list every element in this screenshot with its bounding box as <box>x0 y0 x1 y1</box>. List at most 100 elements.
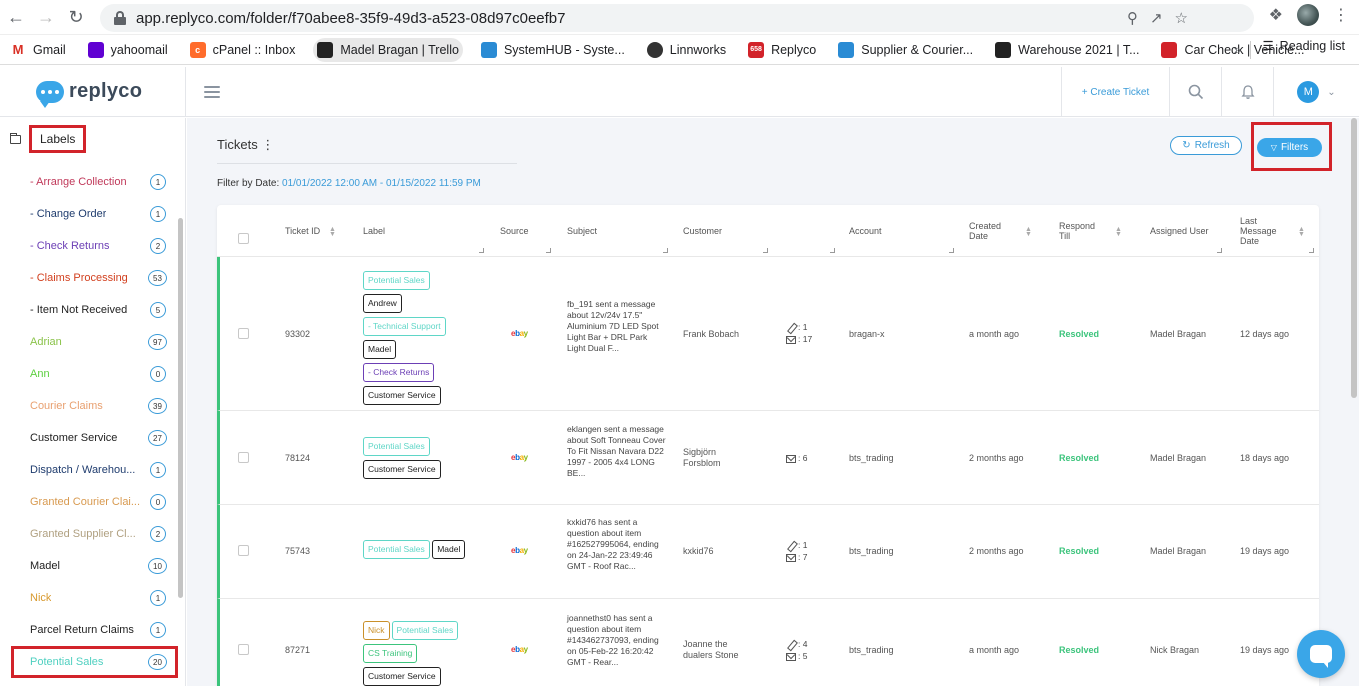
create-ticket-link[interactable]: + Create Ticket <box>1061 67 1169 117</box>
resize-handle[interactable] <box>830 248 835 253</box>
kebab-menu-icon[interactable]: ⋮ <box>261 137 274 152</box>
column-ticket-id[interactable]: Ticket ID <box>285 217 325 245</box>
row-checkbox[interactable] <box>238 452 249 463</box>
bookmark-systemhub[interactable]: SystemHUB - Syste... <box>477 38 629 62</box>
table-row[interactable]: 78124 Potential Sales Customer Service e… <box>217 411 1319 505</box>
sidebar-label-check-returns[interactable]: - Check Returns 2 <box>0 230 178 262</box>
sidebar-label-granted-courier-claims[interactable]: Granted Courier Clai... 0 <box>0 486 178 518</box>
table-row[interactable]: 87271 Nick Potential Sales CS Training Cu… <box>217 599 1319 686</box>
bookmark-warehouse[interactable]: Warehouse 2021 | T... <box>991 38 1143 62</box>
tag-potential-sales[interactable]: Potential Sales <box>363 437 430 456</box>
ticket-subject[interactable]: eklangen sent a message about Soft Tonne… <box>567 424 667 479</box>
sidebar-label-granted-supplier-claims[interactable]: Granted Supplier Cl... 2 <box>0 518 178 550</box>
tag-customer-service[interactable]: Customer Service <box>363 460 441 479</box>
sidebar-label-parcel-return-claims[interactable]: Parcel Return Claims 1 <box>0 614 178 646</box>
sidebar-label-item-not-received[interactable]: - Item Not Received 5 <box>0 294 178 326</box>
share-icon[interactable]: ↗ <box>1150 9 1163 27</box>
resize-handle[interactable] <box>479 248 484 253</box>
search-icon[interactable] <box>1169 67 1221 117</box>
filters-button[interactable]: ▽ Filters <box>1257 138 1322 157</box>
chat-widget-button[interactable] <box>1297 630 1345 678</box>
column-respond-till[interactable]: Respond Till <box>1059 217 1099 245</box>
zoom-icon[interactable]: ⚲ <box>1127 9 1138 27</box>
resize-handle[interactable] <box>546 248 551 253</box>
sidebar-label-potential-sales[interactable]: Potential Sales 20 <box>11 646 178 678</box>
sort-icon[interactable]: ▲ ▼ <box>1115 226 1122 238</box>
menu-icon[interactable]: ⋮ <box>1333 5 1349 25</box>
row-checkbox[interactable] <box>238 545 249 556</box>
tag-madel[interactable]: Madel <box>432 540 466 559</box>
forward-icon[interactable]: → <box>32 3 60 31</box>
extensions-icon[interactable]: ❖ <box>1269 5 1283 25</box>
tag-nick[interactable]: Nick <box>363 621 390 640</box>
column-created-date[interactable]: Created Date <box>969 217 1007 245</box>
ticket-id[interactable]: 75743 <box>285 546 310 556</box>
bookmark-replyco[interactable]: 658 Replyco <box>744 38 820 62</box>
back-icon[interactable]: ← <box>2 3 30 31</box>
tag-cs-training[interactable]: CS Training <box>363 644 418 663</box>
reading-list-button[interactable]: ☰ Reading list <box>1262 38 1345 54</box>
hamburger-menu-icon[interactable] <box>204 85 220 98</box>
address-bar[interactable]: app.replyco.com/folder/f70abee8-35f9-49d… <box>100 4 1254 32</box>
sidebar-label-change-order[interactable]: - Change Order 1 <box>0 198 178 230</box>
tag-potential-sales[interactable]: Potential Sales <box>391 621 459 640</box>
browser-profile-avatar[interactable] <box>1297 4 1319 26</box>
main-scrollbar[interactable] <box>1351 118 1357 398</box>
sidebar-label-ann[interactable]: Ann 0 <box>0 358 178 390</box>
resize-handle[interactable] <box>1217 248 1222 253</box>
sort-icon[interactable]: ▲ ▼ <box>329 226 336 238</box>
sort-icon[interactable]: ▲ ▼ <box>1025 226 1032 238</box>
reload-icon[interactable]: ↻ <box>62 3 90 31</box>
labels-header[interactable]: Labels <box>9 120 87 158</box>
bookmark-trello-madel[interactable]: Madel Bragan | Trello <box>313 37 463 62</box>
tag-check-returns[interactable]: - Check Returns <box>363 363 435 382</box>
sidebar-scrollbar[interactable] <box>178 218 183 598</box>
sidebar-label-arrange-collection[interactable]: - Arrange Collection 1 <box>0 166 178 198</box>
table-row[interactable]: 93302 Potential Sales Andrew - Technical… <box>217 257 1319 411</box>
more-bookmarks-icon[interactable]: » <box>1234 42 1241 57</box>
ticket-subject[interactable]: joannethst0 has sent a question about it… <box>567 613 667 668</box>
bookmark-gmail[interactable]: M Gmail <box>6 38 70 62</box>
ticket-id[interactable]: 93302 <box>285 329 310 339</box>
bookmark-linnworks[interactable]: Linnworks <box>643 38 730 62</box>
sidebar-label-customer-service[interactable]: Customer Service 27 <box>0 422 178 454</box>
sidebar-label-madel[interactable]: Madel 10 <box>0 550 178 582</box>
sidebar-label-claims-processing[interactable]: - Claims Processing 53 <box>0 262 178 294</box>
replyco-logo[interactable]: replyco <box>0 66 186 117</box>
bookmark-cpanel[interactable]: c cPanel :: Inbox <box>186 38 300 62</box>
ticket-id[interactable]: 87271 <box>285 645 310 655</box>
star-icon[interactable]: ☆ <box>1175 9 1188 27</box>
tag-andrew[interactable]: Andrew <box>363 294 402 313</box>
tag-potential-sales[interactable]: Potential Sales <box>363 540 430 559</box>
sidebar-label-nick[interactable]: Nick 1 <box>0 582 178 614</box>
ticket-subject[interactable]: fb_191 sent a message about 12v/24v 17.5… <box>567 299 667 354</box>
resize-handle[interactable] <box>949 248 954 253</box>
row-checkbox[interactable] <box>238 328 249 339</box>
column-last-message-date[interactable]: Last Message Date <box>1240 213 1286 249</box>
resize-handle[interactable] <box>663 248 668 253</box>
user-menu[interactable]: M ⌄ <box>1273 67 1359 117</box>
tag-potential-sales[interactable]: Potential Sales <box>363 271 430 290</box>
row-checkbox[interactable] <box>238 644 249 655</box>
bell-icon[interactable] <box>1221 67 1273 117</box>
sidebar-label-dispatch-warehouse[interactable]: Dispatch / Warehou... 1 <box>0 454 178 486</box>
resize-handle[interactable] <box>1309 248 1314 253</box>
table-row[interactable]: 75743 Potential Sales Madel ebay kxkid76… <box>217 505 1319 599</box>
refresh-button[interactable]: ↻ Refresh <box>1170 136 1242 155</box>
date-filter[interactable]: Filter by Date: 01/01/2022 12:00 AM - 01… <box>217 178 481 189</box>
select-all-checkbox[interactable] <box>238 224 249 252</box>
tag-madel[interactable]: Madel <box>363 340 397 359</box>
tag-technical-support[interactable]: - Technical Support <box>363 317 446 336</box>
tag-customer-service[interactable]: Customer Service <box>363 667 441 686</box>
sort-icon[interactable]: ▲ ▼ <box>1298 226 1305 238</box>
bookmark-supplier-courier[interactable]: Supplier & Courier... <box>834 38 977 62</box>
sidebar-label-courier-claims[interactable]: Courier Claims 39 <box>0 390 178 422</box>
bookmark-yahoomail[interactable]: yahoomail <box>84 38 172 62</box>
sidebar-label-adrian[interactable]: Adrian 97 <box>0 326 178 358</box>
tag-customer-service[interactable]: Customer Service <box>363 386 441 405</box>
ticket-id[interactable]: 78124 <box>285 453 310 463</box>
ticket-subject[interactable]: kxkid76 has sent a question about item #… <box>567 517 667 572</box>
resize-handle[interactable] <box>763 248 768 253</box>
date-range-value[interactable]: 01/01/2022 12:00 AM - 01/15/2022 11:59 P… <box>282 178 481 189</box>
page-title[interactable]: Tickets ⋮ <box>217 137 274 153</box>
